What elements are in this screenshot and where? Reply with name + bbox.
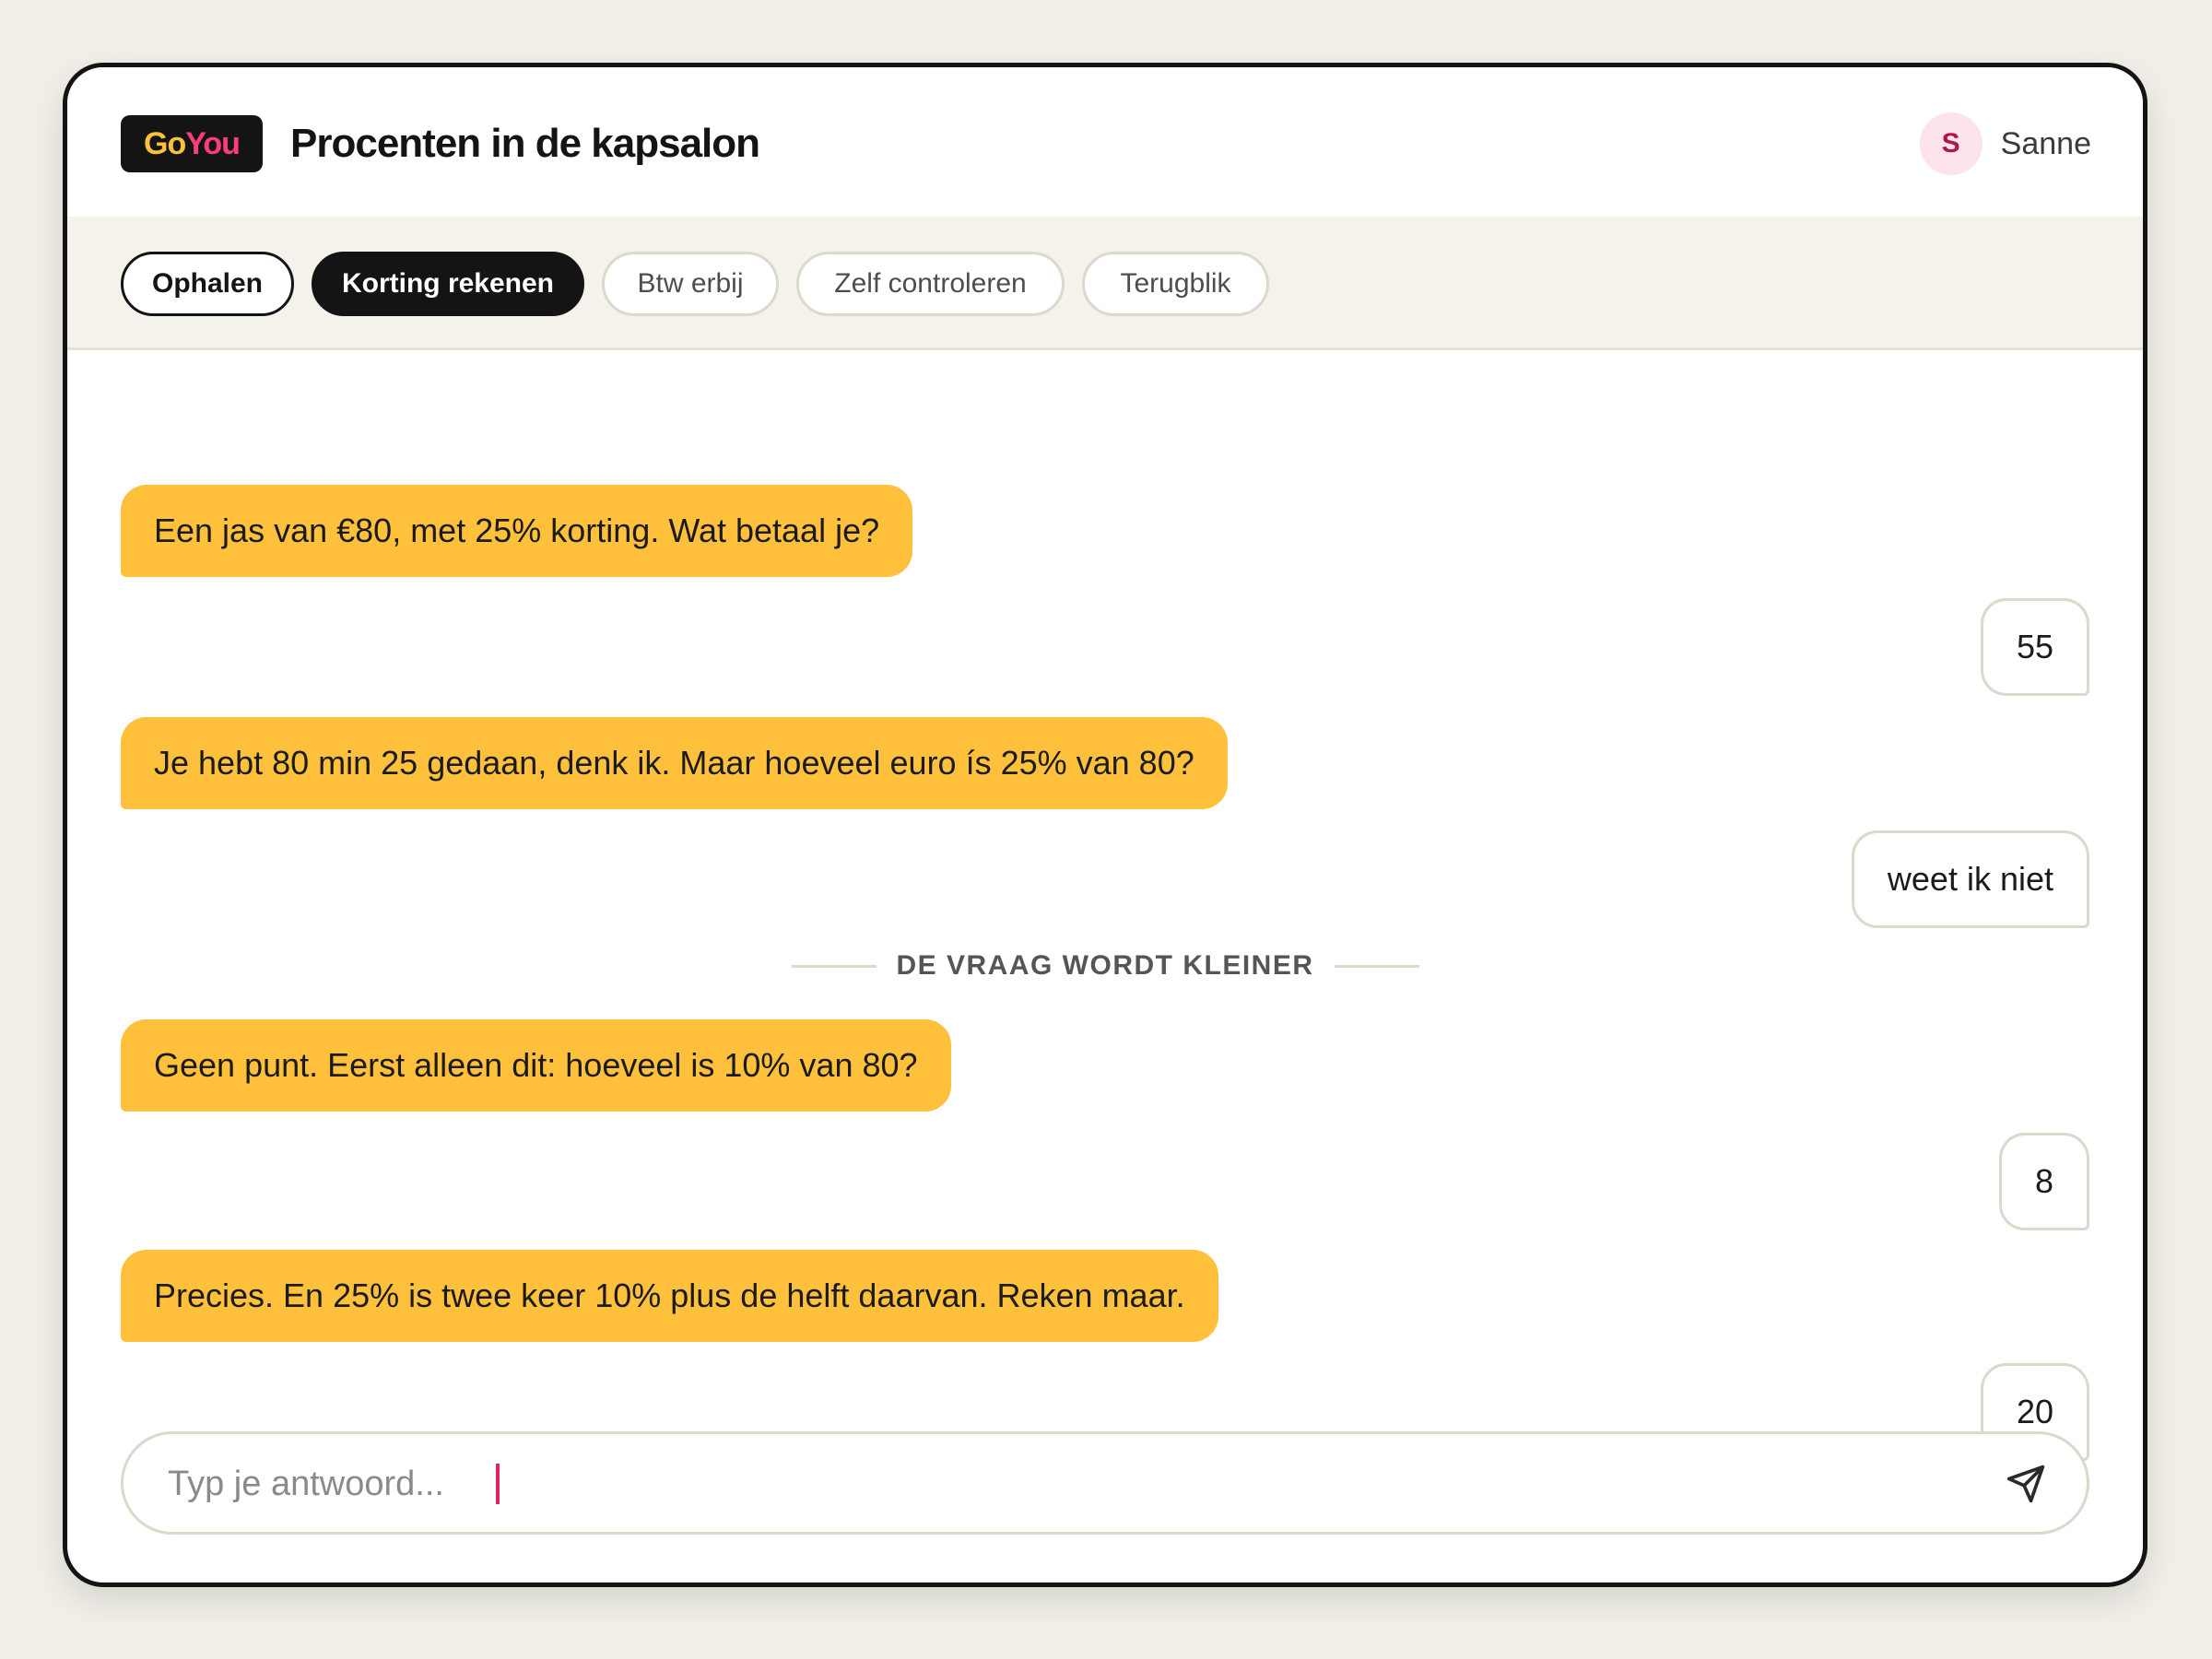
student-message: 55 bbox=[1980, 598, 2089, 696]
tab-btw-erbij[interactable]: Btw erbij bbox=[602, 252, 779, 316]
student-message: 8 bbox=[1998, 1133, 2089, 1230]
divider-label: DE VRAAG WORDT KLEINER bbox=[896, 950, 1314, 981]
user-menu[interactable]: S Sanne bbox=[1919, 112, 2091, 176]
tutor-message: Geen punt. Eerst alleen dit: hoeveel is … bbox=[121, 1019, 951, 1112]
tab-terugblik[interactable]: Terugblik bbox=[1082, 252, 1269, 316]
answer-composer bbox=[121, 1431, 2089, 1535]
header: Go You Procenten in de kapsalon S Sanne bbox=[67, 67, 2143, 219]
tab-zelf-controleren[interactable]: Zelf controleren bbox=[796, 252, 1065, 316]
section-divider: DE VRAAG WORDT KLEINER bbox=[121, 947, 2089, 984]
answer-input[interactable] bbox=[166, 1453, 1921, 1515]
user-name: Sanne bbox=[2000, 125, 2091, 161]
avatar[interactable]: S bbox=[1919, 112, 1983, 175]
goyou-logo[interactable]: Go You bbox=[121, 115, 263, 172]
tab-ophalen[interactable]: Ophalen bbox=[121, 252, 294, 316]
tutor-message: Een jas van €80, met 25% korting. Wat be… bbox=[121, 485, 913, 577]
page-title: Procenten in de kapsalon bbox=[290, 121, 760, 166]
tutor-message: Precies. En 25% is twee keer 10% plus de… bbox=[121, 1250, 1218, 1342]
student-message: weet ik niet bbox=[1851, 830, 2089, 928]
chat-log: Een jas van €80, met 25% korting. Wat be… bbox=[121, 348, 2089, 1463]
send-button[interactable] bbox=[2004, 1462, 2048, 1506]
tab-korting-rekenen[interactable]: Korting rekenen bbox=[312, 252, 584, 316]
send-icon bbox=[2006, 1465, 2045, 1503]
step-tabs: Ophalen Korting rekenen Btw erbij Zelf c… bbox=[67, 217, 2143, 350]
logo-go-text: Go bbox=[144, 125, 186, 161]
divider-line bbox=[791, 964, 877, 968]
logo-you-text: You bbox=[185, 125, 241, 161]
app-window: Go You Procenten in de kapsalon S Sanne O… bbox=[63, 63, 2147, 1587]
text-caret bbox=[496, 1464, 500, 1504]
divider-line bbox=[1334, 964, 1419, 968]
tutor-message: Je hebt 80 min 25 gedaan, denk ik. Maar … bbox=[121, 717, 1228, 809]
